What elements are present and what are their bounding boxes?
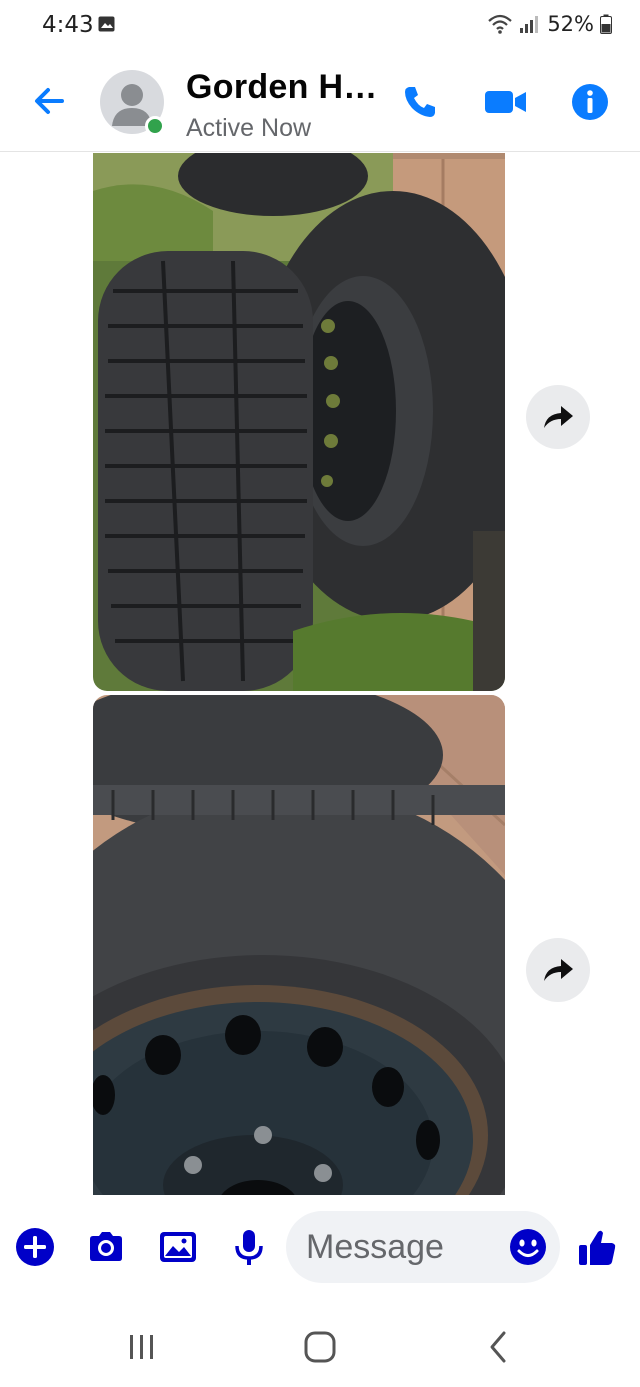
share-button[interactable] bbox=[526, 385, 590, 449]
back-arrow-icon[interactable] bbox=[28, 80, 70, 122]
message-composer bbox=[0, 1195, 640, 1303]
status-indicators: 52% bbox=[487, 12, 612, 36]
tire-photo-1-image bbox=[93, 153, 505, 691]
signal-icon bbox=[520, 16, 539, 33]
thumbs-up-icon[interactable] bbox=[576, 1227, 618, 1269]
gallery-notification-icon bbox=[98, 16, 115, 32]
camera-icon[interactable] bbox=[86, 1227, 126, 1267]
share-button[interactable] bbox=[526, 938, 590, 1002]
video-camera-icon[interactable] bbox=[484, 82, 528, 122]
status-bar: 4:43 52% bbox=[0, 0, 640, 52]
info-icon[interactable] bbox=[570, 82, 610, 122]
tire-photo-2-image bbox=[93, 695, 505, 1195]
status-time: 4:43 bbox=[42, 12, 94, 38]
share-icon bbox=[544, 406, 573, 428]
home-icon[interactable] bbox=[300, 1327, 340, 1367]
message-input[interactable] bbox=[306, 1223, 496, 1271]
plus-icon[interactable] bbox=[15, 1227, 55, 1267]
system-navigation-bar bbox=[0, 1303, 640, 1387]
contact-name[interactable]: Gorden H… bbox=[186, 68, 378, 107]
conversation-header: Gorden H… Active Now bbox=[0, 52, 640, 152]
wifi-icon bbox=[488, 14, 513, 34]
message-thread[interactable] bbox=[0, 153, 640, 1195]
phone-icon[interactable] bbox=[400, 82, 440, 122]
online-indicator bbox=[145, 116, 165, 136]
battery-icon bbox=[600, 14, 612, 34]
tire-photo-1[interactable] bbox=[93, 153, 505, 691]
message-input-wrapper bbox=[286, 1211, 560, 1283]
battery-percent: 52% bbox=[547, 12, 594, 36]
gallery-icon[interactable] bbox=[158, 1227, 198, 1267]
back-icon[interactable] bbox=[478, 1327, 518, 1367]
recent-apps-icon[interactable] bbox=[122, 1327, 162, 1367]
share-icon bbox=[544, 959, 573, 981]
tire-photo-2[interactable] bbox=[93, 695, 505, 1195]
presence-status: Active Now bbox=[186, 114, 312, 142]
emoji-icon[interactable] bbox=[508, 1227, 548, 1267]
microphone-icon[interactable] bbox=[229, 1227, 269, 1267]
